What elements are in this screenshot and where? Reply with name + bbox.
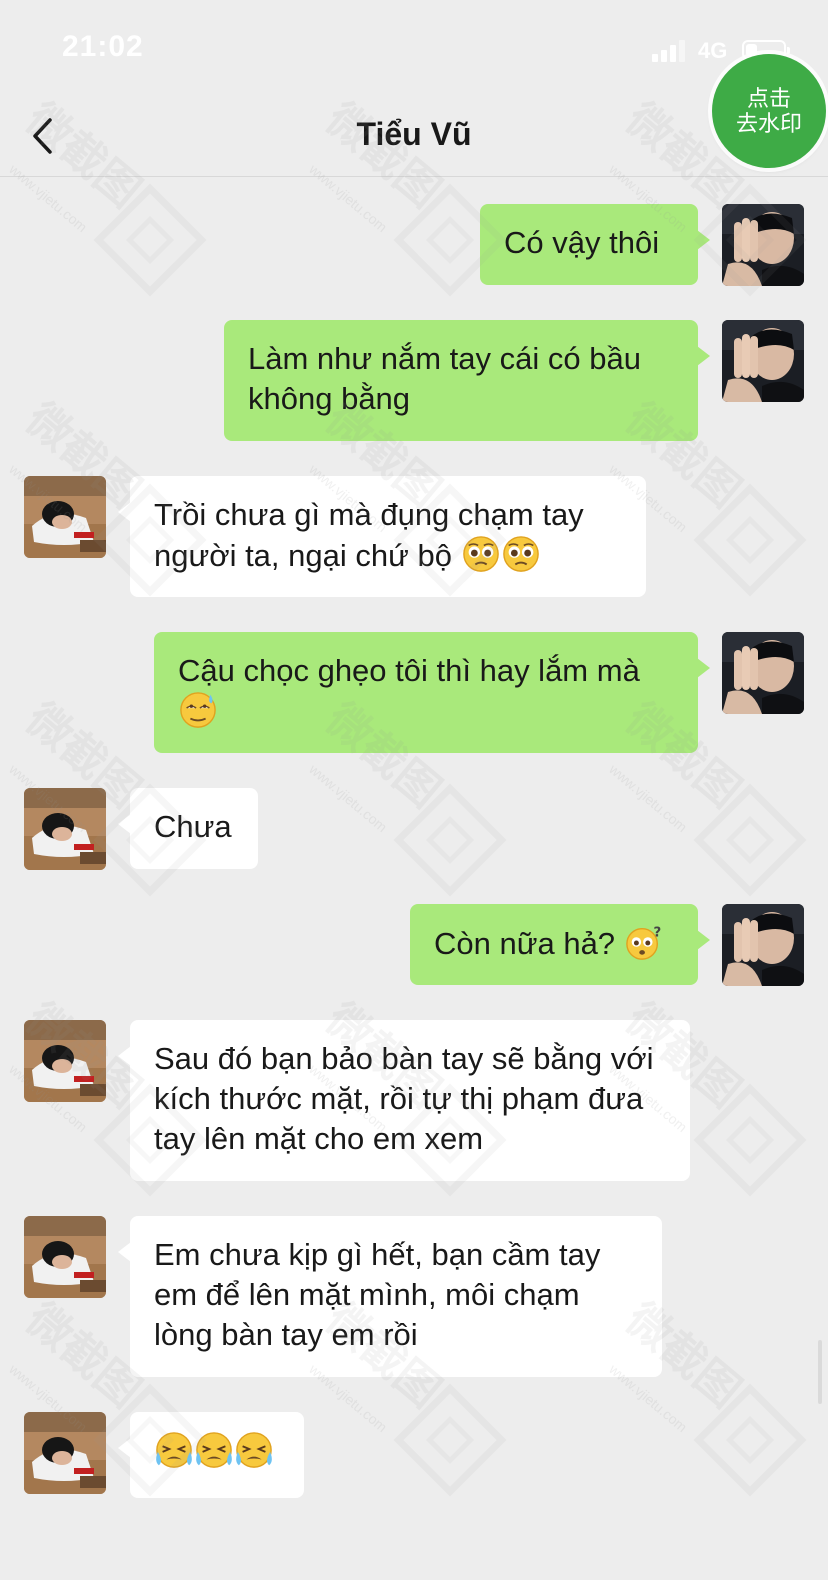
message-bubble[interactable]: Còn nữa hả? xyxy=(410,904,710,985)
my-avatar[interactable] xyxy=(722,904,804,986)
message-bubble[interactable]: Em chưa kịp gì hết, bạn cầm tay em để lê… xyxy=(118,1216,662,1377)
sweat-smile-rolling-eyes-emoji xyxy=(179,691,217,729)
watermark-logo-icon xyxy=(693,1083,807,1197)
watermark-logo-icon xyxy=(93,183,207,297)
remove-watermark-label-2: 去水印 xyxy=(735,111,802,136)
crying-face-emoji xyxy=(235,1431,273,1469)
message-text: Còn nữa hả? xyxy=(434,926,616,961)
scrollbar[interactable] xyxy=(818,1340,822,1404)
message-text: Cậu chọc ghẹo tôi thì hay lắm mà xyxy=(178,653,640,688)
puzzled-face-emoji xyxy=(625,924,662,960)
status-bar: 21:02 4G xyxy=(0,0,828,96)
watermark-logo-icon xyxy=(693,1383,807,1497)
chat-title: Tiểu Vũ xyxy=(356,116,472,152)
pleading-face-emoji xyxy=(502,535,539,573)
contact-avatar[interactable] xyxy=(24,1020,106,1102)
my-avatar[interactable] xyxy=(722,632,804,714)
message-bubble[interactable]: Trồi chưa gì mà đụng chạm tay người ta, … xyxy=(118,476,646,597)
message-text: Em chưa kịp gì hết, bạn cầm tay em để lê… xyxy=(154,1237,601,1352)
watermark-logo-icon xyxy=(693,783,807,897)
status-time: 21:02 xyxy=(62,30,144,63)
message-text: Làm như nắm tay cái có bầu không bằng xyxy=(248,341,641,416)
my-avatar[interactable] xyxy=(722,320,804,402)
message-text: Có vậy thôi xyxy=(504,225,660,260)
message-bubble[interactable] xyxy=(118,1412,304,1498)
contact-avatar[interactable] xyxy=(24,1412,106,1494)
contact-avatar[interactable] xyxy=(24,476,106,558)
message-bubble[interactable]: Chưa xyxy=(118,788,258,869)
watermark-url: www.vjietu.com xyxy=(606,760,691,836)
contact-avatar[interactable] xyxy=(24,788,106,870)
watermark-logo-icon xyxy=(393,783,507,897)
watermark-url: www.vjietu.com xyxy=(306,760,391,836)
pleading-face-emoji xyxy=(462,535,499,573)
message-bubble[interactable]: Sau đó bạn bảo bàn tay sẽ bằng với kích … xyxy=(118,1020,690,1181)
remove-watermark-label-1: 点击 xyxy=(746,86,791,111)
watermark-logo-icon xyxy=(393,1383,507,1497)
crying-face-emoji xyxy=(195,1431,233,1469)
message-bubble[interactable]: Cậu chọc ghẹo tôi thì hay lắm mà xyxy=(154,632,710,753)
contact-avatar[interactable] xyxy=(24,1216,106,1298)
message-text: Sau đó bạn bảo bàn tay sẽ bằng với kích … xyxy=(154,1041,654,1156)
my-avatar[interactable] xyxy=(722,204,804,286)
network-type: 4G xyxy=(698,38,728,63)
message-text: Chưa xyxy=(154,809,232,844)
remove-watermark-button[interactable]: 点击 去水印 xyxy=(712,54,826,168)
message-bubble[interactable]: Có vậy thôi xyxy=(480,204,710,285)
chat-header: Tiểu Vũ xyxy=(0,96,828,177)
watermark-logo-icon xyxy=(693,483,807,597)
signal-icon xyxy=(652,40,685,62)
crying-face-emoji xyxy=(155,1431,193,1469)
message-bubble[interactable]: Làm như nắm tay cái có bầu không bằng xyxy=(224,320,710,441)
